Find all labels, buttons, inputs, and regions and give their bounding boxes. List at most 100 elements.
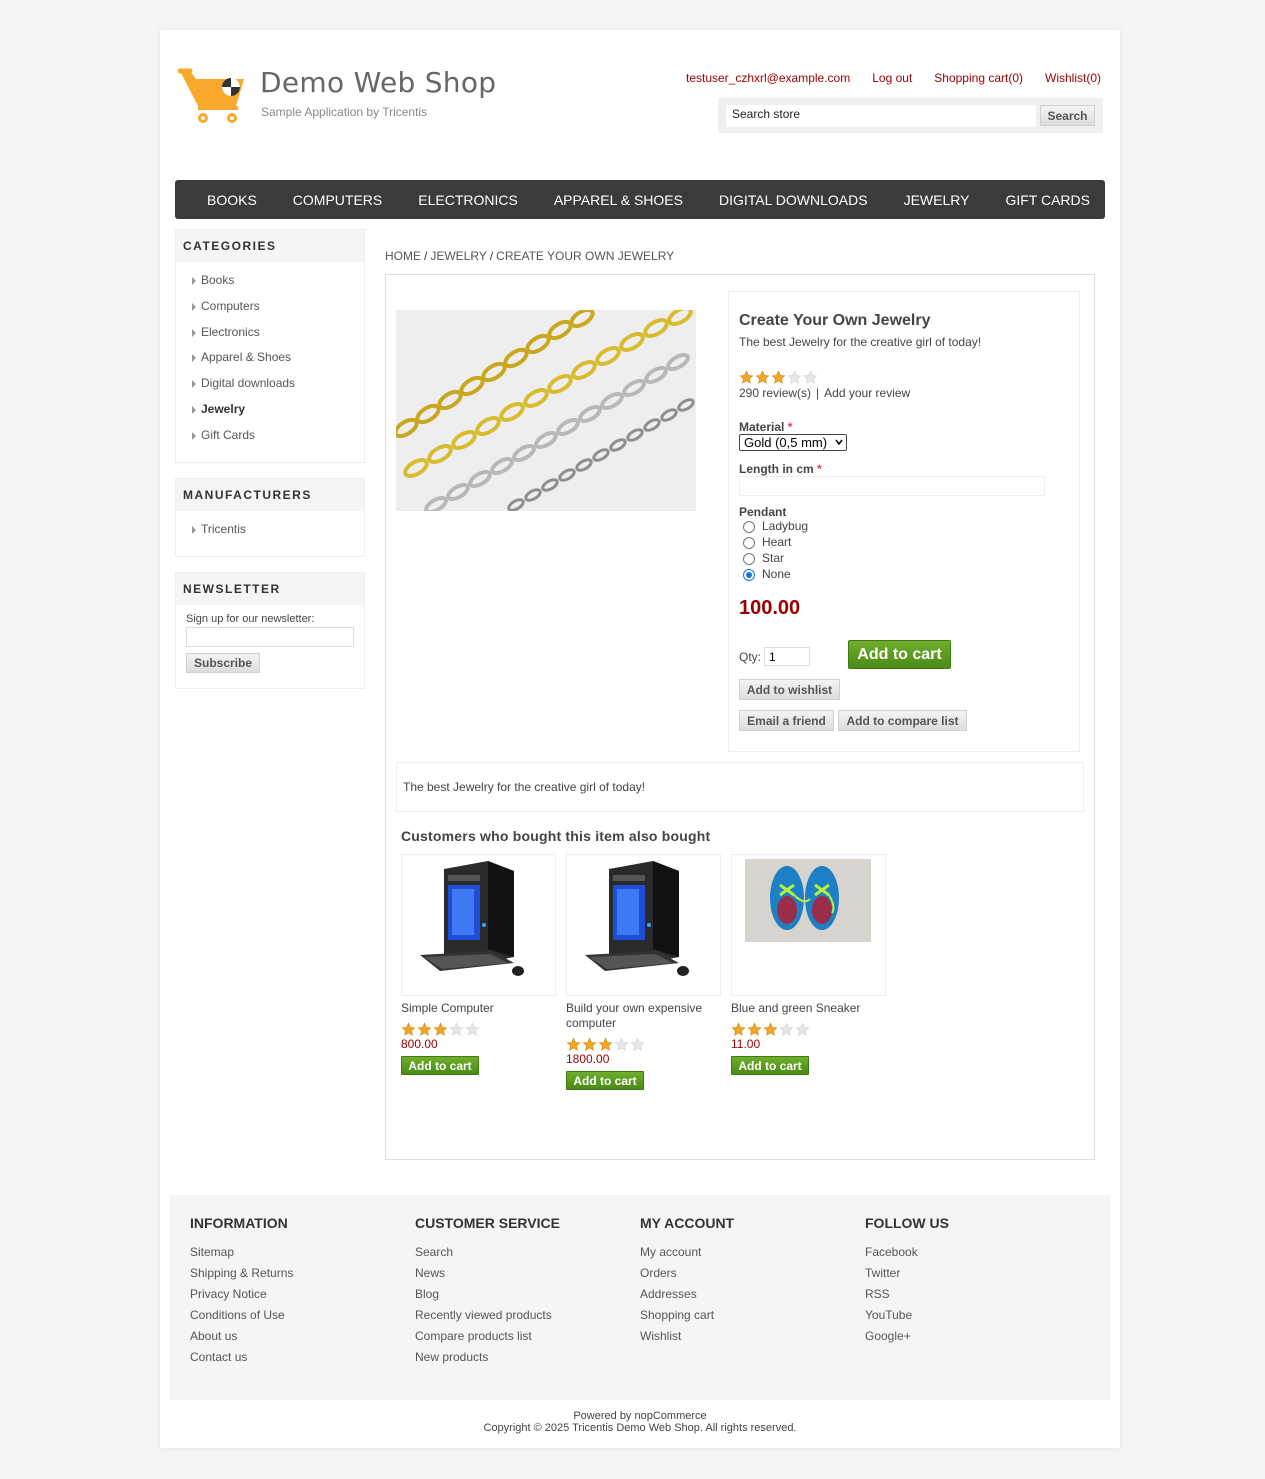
footer-link-googleplus[interactable]: Google+	[865, 1329, 1085, 1350]
search-button[interactable]: Search	[1040, 105, 1095, 126]
also-bought-item: Blue and green Sneaker 11.00 Add to cart	[731, 854, 886, 1075]
product-price: 800.00	[401, 1037, 438, 1051]
product-name: Create Your Own Jewelry	[739, 312, 931, 329]
material-select[interactable]: Gold (0,5 mm)	[739, 434, 847, 451]
category-digital-downloads[interactable]: Digital downloads	[176, 373, 364, 399]
menu-item-jewelry[interactable]: JEWELRY	[886, 192, 988, 208]
add-to-cart-button[interactable]: Add to cart	[848, 640, 951, 669]
category-electronics[interactable]: Electronics	[176, 322, 364, 348]
add-to-cart-button[interactable]: Add to cart	[401, 1056, 479, 1075]
pendant-option-ladybug[interactable]: Ladybug	[743, 518, 808, 534]
qty-label: Qty:	[739, 650, 762, 664]
footer-link-new-products[interactable]: New products	[415, 1350, 635, 1371]
wishlist-link[interactable]: Wishlist(0)	[1045, 71, 1101, 85]
star-filled-icon	[598, 1037, 613, 1051]
footer-link-privacy[interactable]: Privacy Notice	[190, 1287, 410, 1308]
footer-link-shopping-cart[interactable]: Shopping cart	[640, 1308, 860, 1329]
pendant-option-heart[interactable]: Heart	[743, 534, 791, 550]
arrow-right-icon	[192, 405, 196, 414]
radio-label: Star	[762, 551, 785, 565]
also-bought-item: Build your own expensive computer 1800.0…	[566, 854, 721, 1090]
product-thumbnail[interactable]	[566, 854, 721, 996]
footer-link-youtube[interactable]: YouTube	[865, 1308, 1085, 1329]
footer-follow-us: Follow us Facebook Twitter RSS YouTube G…	[865, 1215, 1085, 1350]
arrow-right-icon	[192, 431, 196, 440]
footer-link-compare[interactable]: Compare products list	[415, 1329, 635, 1350]
newsletter-label: Sign up for our newsletter:	[186, 613, 315, 625]
arrow-right-icon	[192, 328, 196, 337]
search-box: Search store Search	[718, 98, 1103, 133]
category-gift-cards[interactable]: Gift Cards	[176, 425, 364, 451]
breadcrumb-jewelry[interactable]: JEWELRY	[430, 249, 486, 263]
logout-link[interactable]: Log out	[872, 71, 912, 85]
menu-item-computers[interactable]: COMPUTERS	[275, 192, 400, 208]
footer-link-facebook[interactable]: Facebook	[865, 1245, 1085, 1266]
footer-link-rss[interactable]: RSS	[865, 1287, 1085, 1308]
footer-link-news[interactable]: News	[415, 1266, 635, 1287]
product-title[interactable]: Blue and green Sneaker	[731, 1001, 886, 1016]
footer-column-title: My account	[640, 1215, 735, 1231]
product-title[interactable]: Simple Computer	[401, 1001, 556, 1016]
category-label: Gift Cards	[201, 427, 256, 442]
radio-button[interactable]	[743, 537, 755, 549]
category-apparel-shoes[interactable]: Apparel & Shoes	[176, 347, 364, 373]
footer-column-title: Customer service	[415, 1215, 560, 1231]
footer-link-recently-viewed[interactable]: Recently viewed products	[415, 1308, 635, 1329]
pendant-option-none[interactable]: None	[743, 566, 791, 582]
reviews-link[interactable]: 290 review(s)	[739, 386, 811, 400]
subscribe-button[interactable]: Subscribe	[186, 653, 260, 673]
footer-link-blog[interactable]: Blog	[415, 1287, 635, 1308]
footer-link-my-account[interactable]: My account	[640, 1245, 860, 1266]
radio-button[interactable]	[743, 521, 755, 533]
radio-button[interactable]	[743, 553, 755, 565]
email-friend-button[interactable]: Email a friend	[739, 710, 834, 731]
footer-link-twitter[interactable]: Twitter	[865, 1266, 1085, 1287]
material-selected-value: Gold (0,5 mm)	[744, 435, 828, 450]
footer-customer-service: Customer service Search News Blog Recent…	[415, 1215, 635, 1371]
menu-item-apparel-shoes[interactable]: APPAREL & SHOES	[536, 192, 701, 208]
star-filled-icon	[771, 370, 786, 384]
breadcrumb: HOME / JEWELRY / CREATE YOUR OWN JEWELRY	[385, 249, 675, 263]
breadcrumb-current: CREATE YOUR OWN JEWELRY	[496, 249, 675, 263]
newsletter-email-input[interactable]	[186, 627, 354, 647]
manufacturer-tricentis[interactable]: Tricentis	[176, 519, 364, 545]
footer-link-addresses[interactable]: Addresses	[640, 1287, 860, 1308]
length-input[interactable]	[739, 476, 1045, 496]
footer-link-about[interactable]: About us	[190, 1329, 410, 1350]
breadcrumb-home[interactable]: HOME	[385, 249, 421, 263]
footer-link-shipping[interactable]: Shipping & Returns	[190, 1266, 410, 1287]
star-empty-icon	[779, 1022, 794, 1036]
star-filled-icon	[566, 1037, 581, 1051]
menu-item-books[interactable]: BOOKS	[189, 192, 275, 208]
powered-by-text[interactable]: Powered by nopCommerce	[160, 1410, 1120, 1422]
add-to-wishlist-button[interactable]: Add to wishlist	[739, 679, 840, 700]
shopping-cart-link[interactable]: Shopping cart(0)	[934, 71, 1023, 85]
pendant-option-star[interactable]: Star	[743, 550, 784, 566]
menu-item-gift-cards[interactable]: GIFT CARDS	[987, 192, 1108, 208]
footer-link-wishlist[interactable]: Wishlist	[640, 1329, 860, 1350]
product-image[interactable]	[396, 310, 696, 511]
product-thumbnail[interactable]	[401, 854, 556, 996]
category-books[interactable]: Books	[176, 270, 364, 296]
category-jewelry[interactable]: Jewelry	[176, 399, 364, 425]
add-to-cart-button[interactable]: Add to cart	[566, 1071, 644, 1090]
category-computers[interactable]: Computers	[176, 296, 364, 322]
footer-link-conditions[interactable]: Conditions of Use	[190, 1308, 410, 1329]
account-email-link[interactable]: testuser_czhxrl@example.com	[686, 71, 850, 85]
add-to-cart-button[interactable]: Add to cart	[731, 1056, 809, 1075]
footer-link-orders[interactable]: Orders	[640, 1266, 860, 1287]
footer-link-search[interactable]: Search	[415, 1245, 635, 1266]
menu-item-electronics[interactable]: ELECTRONICS	[400, 192, 536, 208]
product-details: Create Your Own Jewelry The best Jewelry…	[385, 274, 1095, 1160]
add-review-link[interactable]: Add your review	[824, 386, 910, 400]
search-input[interactable]: Search store	[726, 105, 1036, 127]
add-to-compare-button[interactable]: Add to compare list	[838, 710, 967, 731]
product-title[interactable]: Build your own expensive computer	[566, 1001, 721, 1031]
qty-input[interactable]: 1	[764, 647, 810, 666]
footer-link-contact[interactable]: Contact us	[190, 1350, 410, 1371]
product-thumbnail[interactable]	[731, 854, 886, 996]
radio-button-selected[interactable]	[743, 569, 755, 581]
menu-item-digital-downloads[interactable]: DIGITAL DOWNLOADS	[701, 192, 886, 208]
logo[interactable]: Demo Web Shop Sample Application by Tric…	[178, 64, 498, 134]
footer-link-sitemap[interactable]: Sitemap	[190, 1245, 410, 1266]
